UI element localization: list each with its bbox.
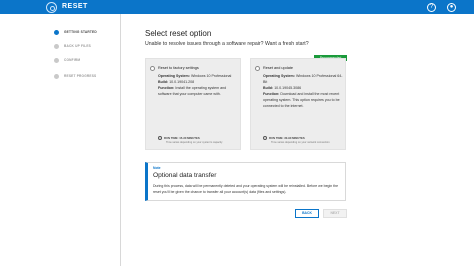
step-label: BACK UP FILES — [64, 44, 91, 48]
function-label: Function: — [158, 86, 175, 90]
function-label: Function: — [263, 92, 280, 96]
option-title: Reset to factory settings — [158, 66, 199, 70]
app-header: RESET ? ● — [0, 0, 474, 14]
clock-icon — [263, 136, 267, 140]
option-card-reset-and-update[interactable]: Reset and update Operating System: Windo… — [250, 58, 346, 150]
option-card-factory-reset[interactable]: Reset to factory settings Operating Syst… — [145, 58, 241, 150]
step-indicator — [54, 57, 59, 63]
os-value: Windows 10 Professional — [190, 74, 232, 78]
step-label: GETTING STARTED — [64, 30, 97, 34]
step-indicator — [54, 43, 59, 49]
steps-sidebar: GETTING STARTED BACK UP FILES CONFIRM RE… — [0, 14, 121, 266]
step-label: RESET PROGRESS — [64, 74, 97, 78]
clock-icon — [158, 136, 162, 140]
build-label: Build: — [158, 80, 169, 84]
step-label: CONFIRM — [64, 58, 81, 62]
data-transfer-note: Note Optional data transfer During this … — [145, 162, 346, 201]
option-radio[interactable] — [150, 66, 155, 71]
help-icon[interactable]: ? — [427, 3, 436, 12]
next-button[interactable]: NEXT — [323, 209, 347, 218]
step-getting-started: GETTING STARTED — [54, 28, 97, 36]
app-logo-icon — [46, 2, 57, 13]
user-icon[interactable]: ● — [447, 3, 456, 12]
option-details: Operating System: Windows 10 Professiona… — [158, 73, 238, 97]
runtime: RUN TIME: 30-90 MINUTES — [269, 136, 305, 140]
runtime-note: Time varies depending on your system's c… — [166, 141, 223, 144]
note-body: During this process, data will be perman… — [153, 184, 339, 194]
step-indicator — [54, 73, 59, 79]
back-button[interactable]: BACK — [295, 209, 319, 218]
step-reset-progress: RESET PROGRESS — [54, 72, 96, 80]
page-title: Select reset option — [145, 29, 212, 38]
note-label: Note — [153, 166, 161, 170]
page-subtitle: Unable to resolve issues through a softw… — [145, 41, 309, 47]
os-label: Operating System: — [158, 74, 190, 78]
note-heading: Optional data transfer — [153, 172, 217, 179]
build-value: 10.0.19041.208 — [169, 80, 195, 84]
runtime: RUN TIME: 15-30 MINUTES — [164, 136, 200, 140]
os-label: Operating System: — [263, 74, 295, 78]
runtime-note: Time varies depending on your network co… — [271, 141, 330, 144]
build-label: Build: — [263, 86, 274, 90]
option-title: Reset and update — [263, 66, 293, 70]
app-title: RESET — [62, 3, 88, 10]
step-indicator — [54, 29, 59, 35]
option-details: Operating System: Windows 10 Professiona… — [263, 73, 343, 109]
option-radio[interactable] — [255, 66, 260, 71]
build-value: 10.0.19045.3086 — [274, 86, 302, 90]
step-back-up-files: BACK UP FILES — [54, 42, 91, 50]
step-confirm: CONFIRM — [54, 56, 80, 64]
